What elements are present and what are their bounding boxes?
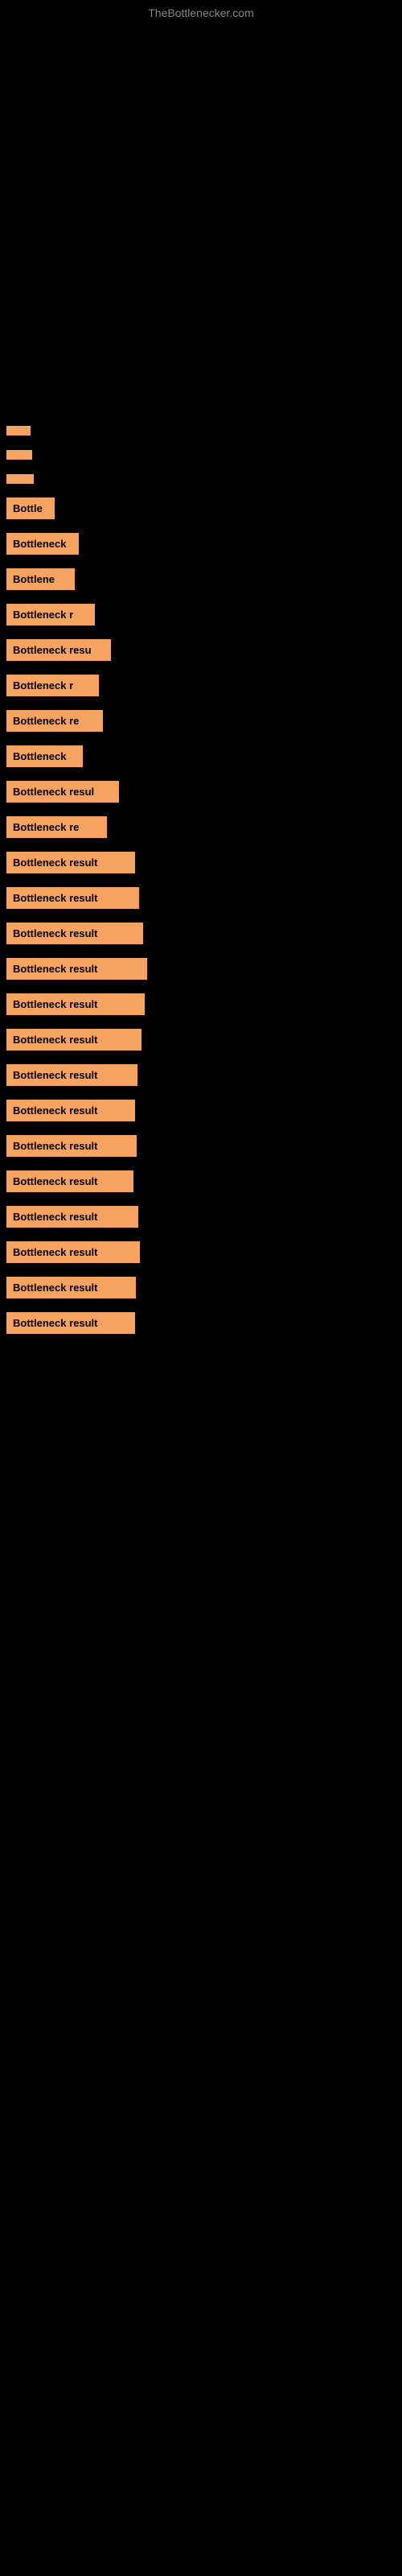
result-bar-2[interactable] (6, 450, 32, 460)
result-bar-12[interactable]: Bottleneck resul (6, 781, 119, 803)
result-item-7: Bottleneck r (0, 604, 402, 630)
result-bar-16[interactable]: Bottleneck result (6, 923, 143, 944)
result-bar-25[interactable]: Bottleneck result (6, 1241, 140, 1263)
result-bar-20[interactable]: Bottleneck result (6, 1064, 137, 1086)
result-item-12: Bottleneck resul (0, 781, 402, 807)
result-item-20: Bottleneck result (0, 1064, 402, 1090)
result-item-23: Bottleneck result (0, 1170, 402, 1196)
site-title: TheBottlenecker.com (0, 0, 402, 23)
result-bar-4[interactable]: Bottle (6, 497, 55, 519)
result-item-9: Bottleneck r (0, 675, 402, 700)
result-bar-8[interactable]: Bottleneck resu (6, 639, 111, 661)
result-bar-7[interactable]: Bottleneck r (6, 604, 95, 625)
result-item-19: Bottleneck result (0, 1029, 402, 1055)
result-bar-22[interactable]: Bottleneck result (6, 1135, 137, 1157)
result-bar-14[interactable]: Bottleneck result (6, 852, 135, 873)
result-bar-21[interactable]: Bottleneck result (6, 1100, 135, 1121)
result-bar-13[interactable]: Bottleneck re (6, 816, 107, 838)
result-item-16: Bottleneck result (0, 923, 402, 948)
result-item-1 (0, 425, 402, 440)
result-bar-23[interactable]: Bottleneck result (6, 1170, 133, 1192)
result-bar-18[interactable]: Bottleneck result (6, 993, 145, 1015)
result-item-25: Bottleneck result (0, 1241, 402, 1267)
result-bar-9[interactable]: Bottleneck r (6, 675, 99, 696)
result-bar-27[interactable]: Bottleneck result (6, 1312, 135, 1334)
result-item-3 (0, 473, 402, 488)
result-bar-1[interactable] (6, 426, 31, 436)
result-item-21: Bottleneck result (0, 1100, 402, 1125)
result-item-6: Bottlene (0, 568, 402, 594)
result-item-8: Bottleneck resu (0, 639, 402, 665)
result-item-14: Bottleneck result (0, 852, 402, 877)
result-bar-19[interactable]: Bottleneck result (6, 1029, 142, 1051)
result-bar-6[interactable]: Bottlene (6, 568, 75, 590)
result-item-15: Bottleneck result (0, 887, 402, 913)
result-item-18: Bottleneck result (0, 993, 402, 1019)
result-bar-5[interactable]: Bottleneck (6, 533, 79, 555)
result-item-2 (0, 449, 402, 464)
results-container: Bottle Bottleneck Bottlene Bottleneck r Bott… (0, 425, 402, 1338)
result-bar-3[interactable] (6, 474, 34, 484)
result-item-4: Bottle (0, 497, 402, 523)
result-item-24: Bottleneck result (0, 1206, 402, 1232)
result-bar-15[interactable]: Bottleneck result (6, 887, 139, 909)
result-item-10: Bottleneck re (0, 710, 402, 736)
result-bar-17[interactable]: Bottleneck result (6, 958, 147, 980)
result-item-26: Bottleneck result (0, 1277, 402, 1302)
result-bar-11[interactable]: Bottleneck (6, 745, 83, 767)
result-item-5: Bottleneck (0, 533, 402, 559)
result-bar-24[interactable]: Bottleneck result (6, 1206, 138, 1228)
result-item-11: Bottleneck (0, 745, 402, 771)
result-item-13: Bottleneck re (0, 816, 402, 842)
result-bar-10[interactable]: Bottleneck re (6, 710, 103, 732)
result-bar-26[interactable]: Bottleneck result (6, 1277, 136, 1298)
result-item-27: Bottleneck result (0, 1312, 402, 1338)
result-item-22: Bottleneck result (0, 1135, 402, 1161)
chart-area (0, 23, 402, 409)
result-item-17: Bottleneck result (0, 958, 402, 984)
